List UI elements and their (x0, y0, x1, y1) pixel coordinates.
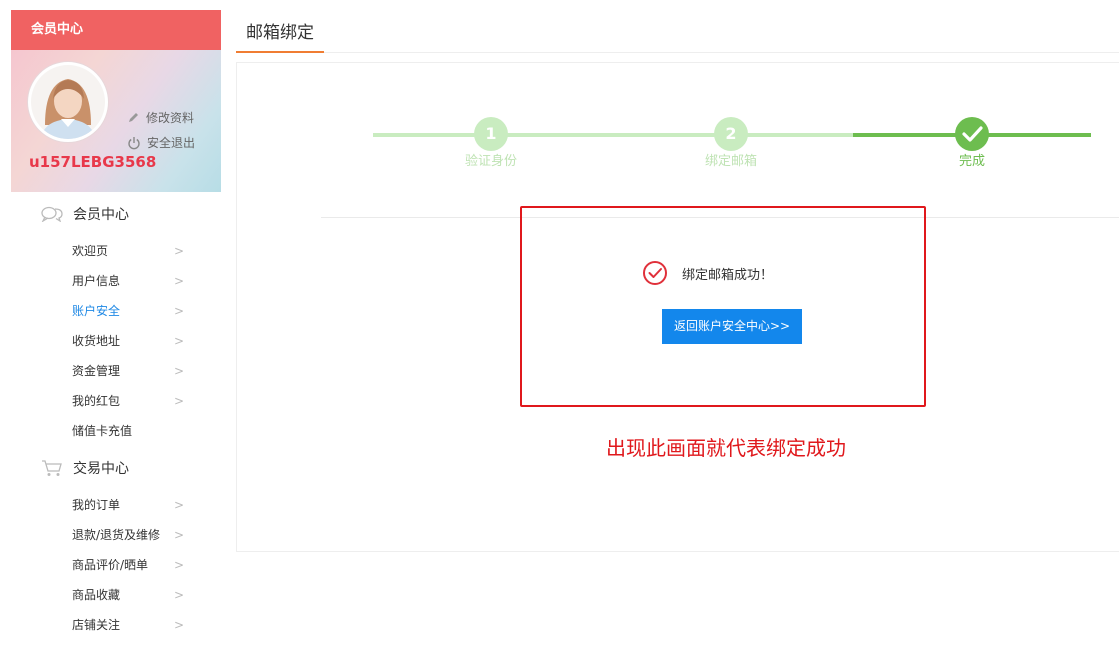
logout-link[interactable]: 安全退出 (127, 134, 195, 151)
chat-bubbles-icon (41, 206, 63, 222)
sidebar-item-label: 商品收藏 (72, 588, 121, 602)
profile-card: 修改资料 安全退出 u157LEBG3568 (11, 50, 221, 192)
sidebar-item-red-packets[interactable]: 我的红包 > (11, 386, 221, 416)
step-2-dot: 2 (714, 117, 748, 151)
shopping-cart-icon (42, 460, 62, 476)
chevron-right-icon: > (174, 364, 185, 378)
sidebar-item-label: 账户安全 (72, 304, 121, 318)
pencil-icon (129, 113, 138, 122)
chevron-right-icon: > (174, 498, 185, 512)
group-member-center: 会员中心 (11, 192, 221, 236)
chevron-right-icon: > (174, 394, 185, 408)
sidebar-item-user-info[interactable]: 用户信息 > (11, 266, 221, 296)
group-title: 交易中心 (73, 461, 129, 477)
sidebar-item-label: 资金管理 (72, 364, 121, 378)
group-trade-center: 交易中心 (11, 446, 221, 490)
page-header: 邮箱绑定 (236, 10, 1119, 53)
sidebar-item-refunds[interactable]: 退款/退货及维修 > (11, 520, 221, 550)
sidebar-item-label: 店铺关注 (72, 618, 121, 632)
chevron-right-icon: > (174, 334, 185, 348)
sidebar-item-label: 用户信息 (72, 274, 121, 288)
logout-label: 安全退出 (147, 136, 196, 150)
sidebar-item-my-orders[interactable]: 我的订单 > (11, 490, 221, 520)
chevron-right-icon: > (174, 558, 185, 572)
success-text: 绑定邮箱成功！ (682, 267, 774, 283)
progress-track-completed (373, 133, 853, 137)
success-check-icon (643, 261, 667, 285)
chevron-right-icon: > (174, 528, 185, 542)
sidebar-item-account-security[interactable]: 账户安全 > (11, 296, 221, 326)
username: u157LEBG3568 (29, 153, 157, 171)
avatar[interactable] (28, 62, 108, 142)
step-3-label: 完成 (958, 154, 985, 169)
sidebar-item-label: 储值卡充值 (72, 424, 133, 438)
sidebar: 会员中心 修改资料 安全退出 u157LEBG3568 会员中心 欢迎页 > 用… (11, 10, 221, 645)
step-2-label: 绑定邮箱 (704, 154, 757, 169)
sidebar-item-followed-shops[interactable]: 店铺关注 > (11, 610, 221, 640)
sidebar-item-label: 我的订单 (72, 498, 121, 512)
edit-profile-label: 修改资料 (146, 111, 195, 125)
edit-profile-link[interactable]: 修改资料 (127, 109, 194, 126)
chevron-right-icon: > (174, 274, 185, 288)
sidebar-header: 会员中心 (11, 10, 221, 50)
chevron-right-icon: > (174, 618, 185, 632)
back-to-security-button[interactable]: 返回账户安全中心>> (662, 309, 802, 344)
sidebar-item-favorites[interactable]: 商品收藏 > (11, 580, 221, 610)
step-1-dot: 1 (474, 117, 508, 151)
step-3-dot (955, 117, 989, 151)
avatar-image (31, 65, 105, 139)
sidebar-item-funds[interactable]: 资金管理 > (11, 356, 221, 386)
checkmark-icon (962, 126, 983, 142)
sidebar-item-shipping-address[interactable]: 收货地址 > (11, 326, 221, 356)
sidebar-item-stored-value-card[interactable]: 储值卡充值 (11, 416, 221, 446)
highlight-box (520, 206, 926, 407)
sidebar-item-welcome[interactable]: 欢迎页 > (11, 236, 221, 266)
sidebar-item-reviews[interactable]: 商品评价/晒单 > (11, 550, 221, 580)
sidebar-item-label: 商品评价/晒单 (72, 558, 149, 572)
tab-email-binding[interactable]: 邮箱绑定 (236, 20, 324, 53)
group-title: 会员中心 (73, 207, 129, 223)
power-icon (128, 136, 140, 149)
sidebar-item-label: 我的红包 (72, 394, 121, 408)
chevron-right-icon: > (174, 244, 185, 258)
sidebar-item-label: 欢迎页 (72, 244, 109, 258)
sidebar-item-label: 退款/退货及维修 (72, 528, 161, 542)
success-message: 绑定邮箱成功！ (642, 260, 773, 286)
step-1-label: 验证身份 (464, 154, 517, 169)
sidebar-item-label: 收货地址 (72, 334, 121, 348)
chevron-right-icon: > (174, 588, 185, 602)
annotation-note: 出现此画面就代表绑定成功 (606, 436, 846, 460)
chevron-right-icon: > (174, 304, 185, 318)
